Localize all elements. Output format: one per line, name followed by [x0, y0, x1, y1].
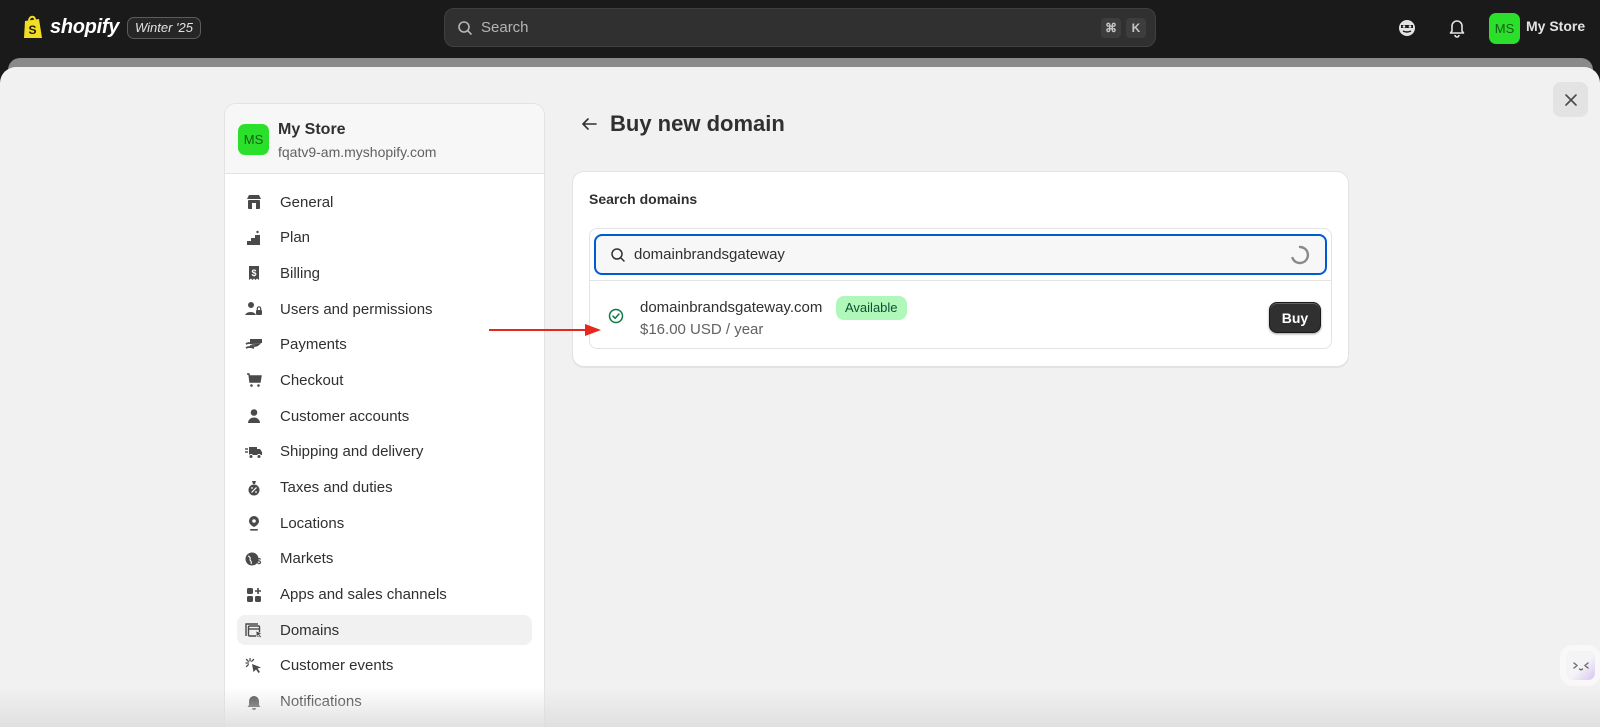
sidebar-item-label: Checkout	[280, 371, 344, 389]
sidebar-item-taxes-and-duties[interactable]: Taxes and duties	[237, 473, 532, 503]
truck-icon	[245, 443, 263, 461]
sidebar-item-domains[interactable]: Domains	[237, 615, 532, 646]
back-button[interactable]	[578, 113, 600, 135]
apps-icon	[245, 586, 263, 604]
page-title: Buy new domain	[610, 111, 785, 136]
search-icon	[458, 20, 472, 35]
shortcut-key-k: K	[1126, 17, 1146, 38]
sidebar-item-payments[interactable]: Payments	[237, 330, 532, 360]
user-avatar[interactable]: MS	[1489, 13, 1520, 44]
loading-spinner-icon	[1291, 245, 1310, 264]
notifications-bell-icon[interactable]	[1446, 17, 1468, 39]
check-circle-icon	[608, 308, 624, 324]
cursor-click-icon	[245, 657, 263, 675]
sidebar-item-billing[interactable]: $ Billing	[237, 258, 532, 288]
user-store-name[interactable]: My Store	[1526, 18, 1585, 34]
store-icon	[245, 193, 263, 211]
sidebar-item-customer-accounts[interactable]: Customer accounts	[237, 401, 532, 431]
sidebar-item-checkout[interactable]: Checkout	[237, 365, 532, 395]
sidebar-item-label: Markets	[280, 550, 334, 568]
annotation-arrow-icon	[489, 324, 601, 336]
sidekick-face-icon	[1572, 661, 1589, 670]
buy-button[interactable]: Buy	[1269, 302, 1321, 333]
sidebar-item-label: Domains	[280, 621, 340, 639]
arrow-left-icon	[582, 118, 597, 130]
sidebar-item-label: Notifications	[280, 693, 362, 711]
sidebar-item-label: Taxes and duties	[280, 479, 393, 496]
domain-search-field[interactable]	[594, 234, 1327, 275]
sidebar-item-apps-and-sales-channels[interactable]: Apps and sales channels	[237, 580, 532, 610]
domain-price: $16.00 USD / year	[640, 321, 764, 338]
store-name: My Store	[278, 121, 346, 138]
domain-result-row: domainbrandsgateway.com Available $16.00…	[590, 281, 1331, 349]
domains-icon	[245, 621, 263, 639]
search-icon	[611, 247, 625, 262]
domain-search-input[interactable]	[634, 246, 1289, 263]
sidebar-item-label: Customer events	[280, 657, 394, 675]
store-header[interactable]: MS My Store fqatv9-am.myshopify.com	[225, 104, 544, 174]
settings-sidebar: MS My Store fqatv9-am.myshopify.com Gene…	[224, 103, 545, 727]
close-button[interactable]	[1553, 82, 1588, 117]
sidebar-item-users-and-permissions[interactable]: Users and permissions	[237, 294, 532, 324]
cart-icon	[245, 371, 263, 389]
global-search-bar[interactable]: Search ⌘ K	[444, 8, 1156, 47]
sidebar-item-markets[interactable]: $ Markets	[237, 544, 532, 574]
sidebar-item-label: Billing	[280, 264, 321, 282]
globe-icon: $	[245, 550, 263, 568]
sidebar-item-shipping-and-delivery[interactable]: Shipping and delivery	[237, 437, 532, 467]
brand-name: shopify	[50, 15, 120, 38]
close-icon	[1564, 93, 1577, 106]
settings-nav: General Plan $ Billing Users and permiss…	[225, 174, 544, 717]
person-icon	[245, 407, 263, 425]
search-domains-card: Search domains domainbrandsgateway.com A…	[572, 171, 1349, 367]
bell-icon	[245, 693, 263, 711]
sidekick-helper-button[interactable]	[1566, 651, 1595, 680]
sidebar-item-label: Plan	[280, 229, 311, 247]
sidebar-item-label: Shipping and delivery	[280, 443, 424, 461]
page-header: Buy new domain	[578, 111, 785, 137]
settings-modal: MS My Store fqatv9-am.myshopify.com Gene…	[0, 67, 1600, 727]
sidebar-item-plan[interactable]: Plan	[237, 223, 532, 253]
sidebar-item-label: Customer accounts	[280, 407, 410, 425]
sidebar-item-label: Users and permissions	[280, 300, 433, 318]
tax-icon	[245, 479, 263, 497]
users-icon	[245, 300, 263, 318]
shortcut-key-cmd: ⌘	[1101, 17, 1121, 38]
svg-text:$: $	[251, 268, 256, 278]
top-bar: S shopify Winter '25 Search ⌘ K MS My St…	[0, 0, 1600, 56]
payments-icon	[245, 336, 263, 354]
location-pin-icon	[245, 514, 263, 532]
status-badge: Available	[836, 296, 907, 320]
store-avatar: MS	[238, 124, 269, 155]
shopify-bag-icon: S	[24, 15, 42, 38]
domain-name: domainbrandsgateway.com	[640, 299, 823, 316]
plan-icon	[245, 229, 263, 247]
sidebar-item-label: Payments	[280, 336, 347, 354]
sidebar-item-locations[interactable]: Locations	[237, 508, 532, 538]
card-title: Search domains	[589, 191, 698, 207]
sidebar-item-label: Apps and sales channels	[280, 586, 447, 604]
sidebar-item-notifications[interactable]: Notifications	[237, 687, 532, 717]
store-helper-icon[interactable]	[1396, 17, 1418, 39]
svg-text:S: S	[28, 23, 36, 37]
sidebar-item-customer-events[interactable]: Customer events	[237, 651, 532, 681]
sidebar-item-label: Locations	[280, 514, 345, 532]
svg-text:$: $	[257, 557, 262, 566]
sidebar-item-general[interactable]: General	[237, 187, 532, 217]
billing-icon: $	[245, 264, 263, 282]
store-url: fqatv9-am.myshopify.com	[278, 144, 437, 160]
edition-badge[interactable]: Winter '25	[127, 17, 201, 39]
sidebar-item-label: General	[280, 193, 334, 211]
shopify-logo[interactable]: S shopify	[22, 14, 119, 40]
global-search-placeholder: Search	[481, 19, 529, 36]
domain-results-panel: domainbrandsgateway.com Available $16.00…	[589, 228, 1332, 349]
